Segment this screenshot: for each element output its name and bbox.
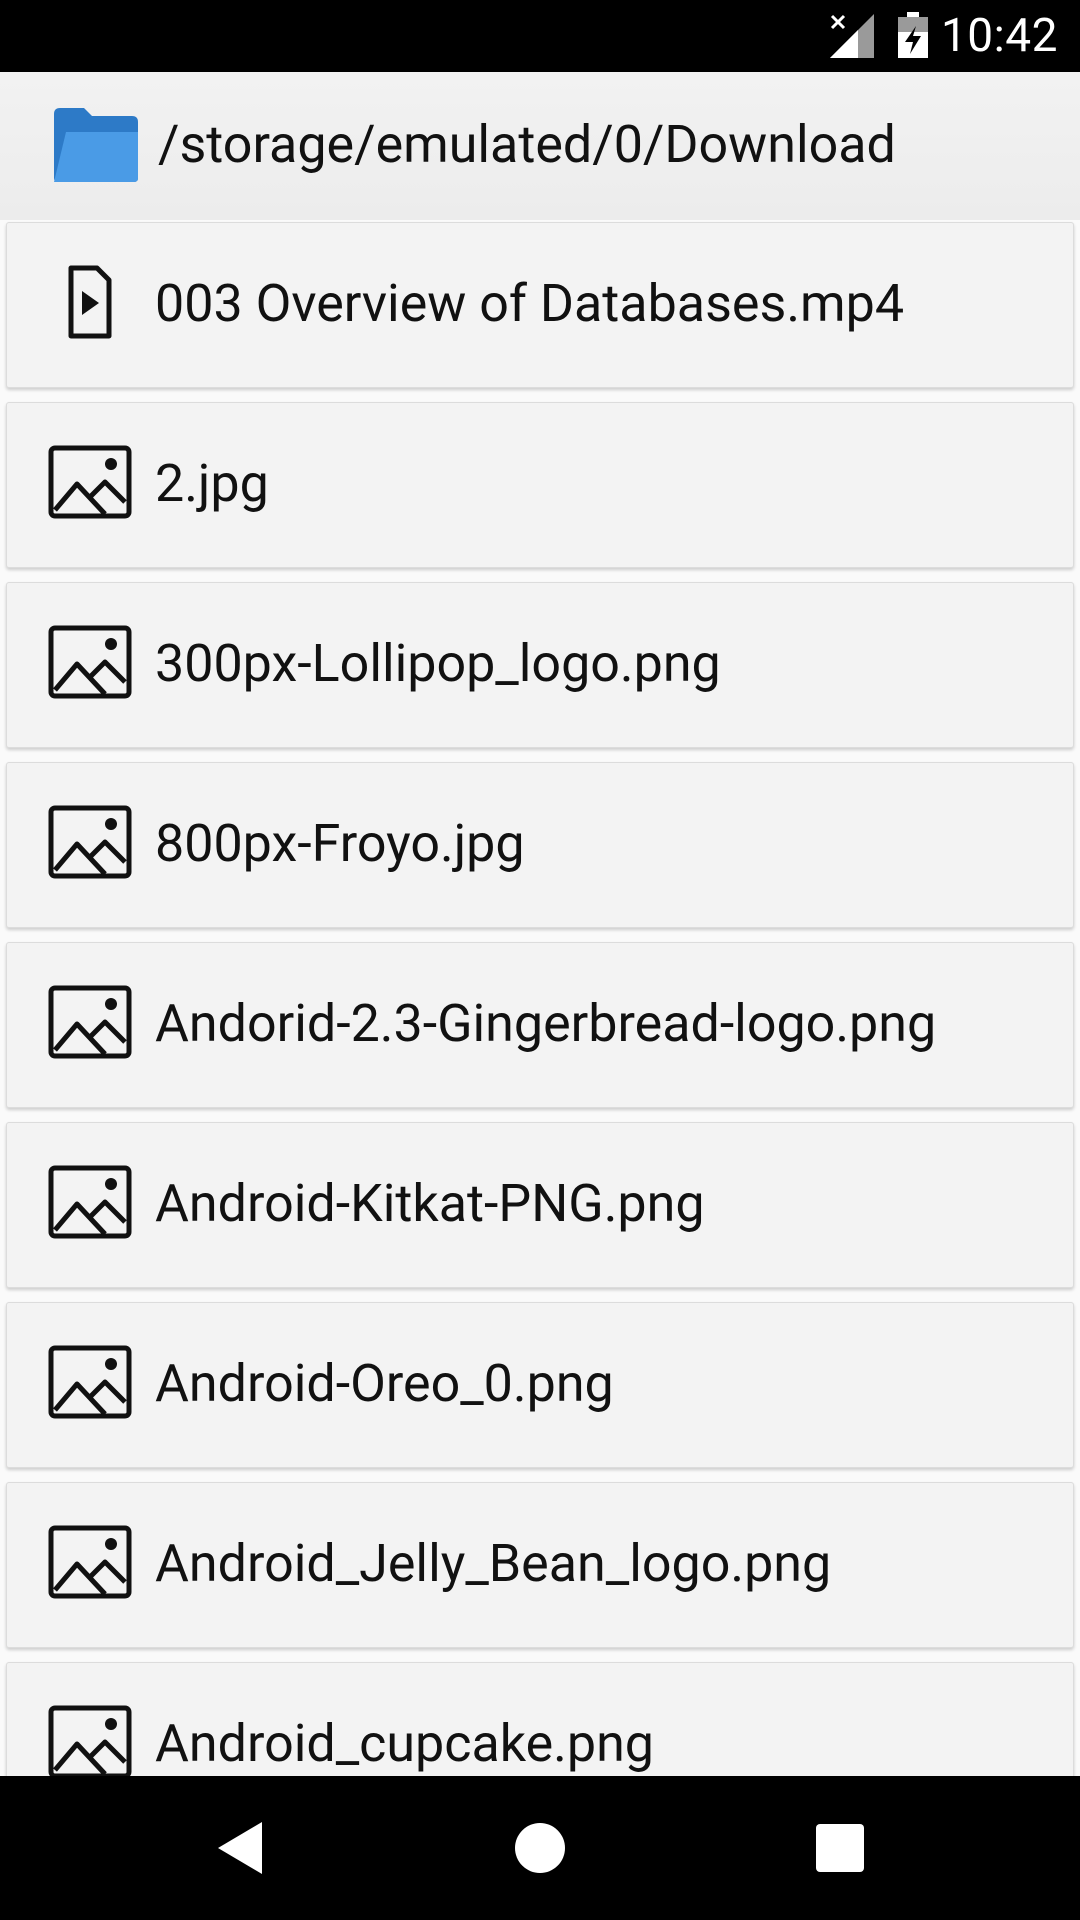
file-item[interactable]: Android-Oreo_0.png xyxy=(6,1302,1074,1468)
file-name: Android-Kitkat-PNG.png xyxy=(155,1173,705,1234)
image-file-icon xyxy=(48,1165,132,1239)
file-item[interactable]: 300px-Lollipop_logo.png xyxy=(6,582,1074,748)
image-file-icon xyxy=(48,1345,132,1419)
path-header: /storage/emulated/0/Download xyxy=(0,72,1080,220)
folder-open-icon xyxy=(54,108,138,182)
file-item[interactable]: Android-Kitkat-PNG.png xyxy=(6,1122,1074,1288)
file-item[interactable]: 2.jpg xyxy=(6,402,1074,568)
navigation-bar xyxy=(0,1776,1080,1920)
file-name: Andorid-2.3-Gingerbread-logo.png xyxy=(155,993,937,1054)
image-file-icon xyxy=(48,985,132,1059)
image-file-icon xyxy=(48,1705,132,1776)
file-name: 2.jpg xyxy=(155,453,269,514)
image-file-icon xyxy=(48,625,132,699)
file-list[interactable]: 003 Overview of Databases.mp4 2.jpg 300p… xyxy=(0,220,1080,1776)
file-item[interactable]: 800px-Froyo.jpg xyxy=(6,762,1074,928)
recents-icon[interactable] xyxy=(808,1816,872,1880)
image-file-icon xyxy=(48,445,132,519)
status-clock: 10:42 xyxy=(940,9,1058,63)
image-file-icon xyxy=(48,805,132,879)
file-item[interactable]: Android_Jelly_Bean_logo.png xyxy=(6,1482,1074,1648)
file-item[interactable]: Andorid-2.3-Gingerbread-logo.png xyxy=(6,942,1074,1108)
video-file-icon xyxy=(68,265,112,339)
file-item[interactable]: Android_cupcake.png xyxy=(6,1662,1074,1776)
file-name: 300px-Lollipop_logo.png xyxy=(155,633,721,694)
file-name: 003 Overview of Databases.mp4 xyxy=(155,273,905,334)
file-item[interactable]: 003 Overview of Databases.mp4 xyxy=(6,222,1074,388)
signal-no-sim-icon xyxy=(830,14,874,58)
image-file-icon xyxy=(48,1525,132,1599)
status-bar: 10:42 xyxy=(0,0,1080,72)
file-name: 800px-Froyo.jpg xyxy=(155,813,525,874)
battery-charging-icon xyxy=(898,12,928,58)
file-name: Android_cupcake.png xyxy=(155,1713,655,1774)
file-name: Android-Oreo_0.png xyxy=(155,1353,614,1414)
current-path: /storage/emulated/0/Download xyxy=(158,114,896,175)
back-icon[interactable] xyxy=(208,1816,272,1880)
home-icon[interactable] xyxy=(508,1816,572,1880)
file-name: Android_Jelly_Bean_logo.png xyxy=(155,1533,832,1594)
